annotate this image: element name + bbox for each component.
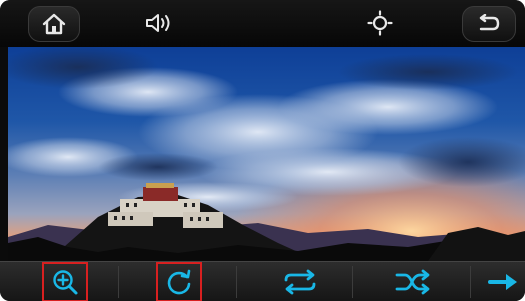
shuffle-icon [395,269,430,295]
playback-toolbar [0,261,525,301]
home-button[interactable] [28,6,80,42]
photo-viewer-screen [0,0,525,301]
next-button[interactable] [484,262,524,301]
repeat-button[interactable] [272,262,328,301]
next-arrow-icon [488,274,517,290]
top-bar [0,0,525,47]
toolbar-divider [352,266,353,298]
brightness-button[interactable] [352,6,408,40]
back-button[interactable] [462,6,516,42]
brightness-icon [367,10,393,36]
potala-palace-photo [8,47,525,261]
back-icon [479,14,500,31]
volume-icon [146,14,170,32]
toolbar-divider [236,266,237,298]
rotate-button[interactable] [156,262,202,301]
repeat-icon [284,269,316,295]
rotate-icon [167,269,191,295]
photo-display[interactable] [8,47,525,261]
zoom-in-icon [53,270,78,295]
toolbar-divider [470,266,471,298]
zoom-in-button[interactable] [42,262,88,301]
shuffle-button[interactable] [385,262,441,301]
home-icon [42,13,66,35]
toolbar-divider [118,266,119,298]
volume-button[interactable] [130,6,190,40]
